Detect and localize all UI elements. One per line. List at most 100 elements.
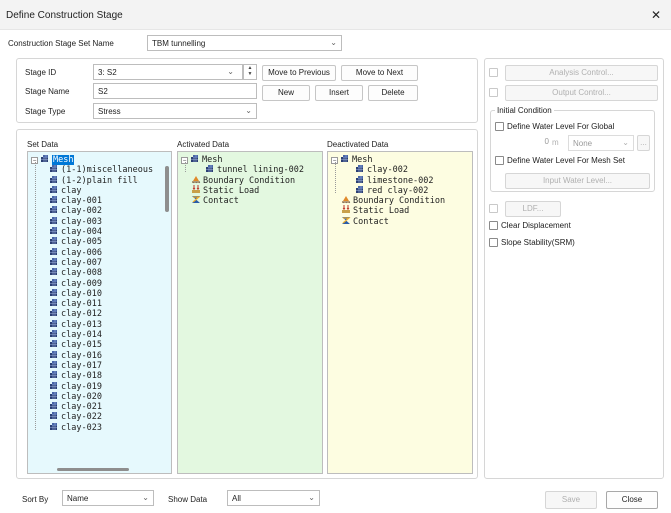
stage-name-label: Stage Name xyxy=(25,87,70,96)
tree-node-mesh[interactable]: − Mesh xyxy=(31,154,169,165)
contact-icon xyxy=(341,216,351,228)
tree-item[interactable]: clay xyxy=(31,185,169,196)
tree-item[interactable]: clay-001 xyxy=(31,195,169,206)
water-level-select[interactable]: None ⌄ xyxy=(568,135,634,151)
tree-item[interactable]: clay-009 xyxy=(31,278,169,289)
tree-item[interactable]: clay-004 xyxy=(31,226,169,237)
tree-item[interactable]: clay-008 xyxy=(31,267,169,278)
output-control-button[interactable]: Output Control... xyxy=(505,85,658,101)
slope-stability-checkbox[interactable] xyxy=(489,238,498,247)
move-next-button[interactable]: Move to Next xyxy=(341,65,418,81)
output-control-checkbox[interactable] xyxy=(489,88,498,97)
tree-item[interactable]: clay-006 xyxy=(31,247,169,258)
tree-item[interactable]: tunnel lining-002 xyxy=(181,164,321,175)
activated-data-tree[interactable]: − Mesh tunnel lining-002 Boundary Condition… xyxy=(181,154,321,207)
tree-item[interactable]: clay-015 xyxy=(31,339,169,350)
tree-item[interactable]: clay-017 xyxy=(31,360,169,371)
stage-set-value: TBM tunnelling xyxy=(152,39,206,48)
tree-item-label: Contact xyxy=(353,216,389,227)
set-data-panel[interactable]: − Mesh (1-1)miscellaneous (1-2)plain fill cl… xyxy=(27,151,172,474)
vertical-scrollbar-thumb[interactable] xyxy=(165,166,169,212)
show-data-value: All xyxy=(232,494,241,503)
deactivated-data-label: Deactivated Data xyxy=(327,140,389,149)
tree-item[interactable]: clay-023 xyxy=(31,422,169,433)
tree-item-label: Contact xyxy=(203,196,239,207)
input-water-level-button[interactable]: Input Water Level... xyxy=(505,173,650,189)
stage-type-select[interactable]: Stress ⌄ xyxy=(93,103,257,119)
chevron-down-icon: ⌄ xyxy=(227,67,234,76)
deactivated-data-tree[interactable]: − Mesh clay-002 limestone-002 red clay-002 Bo… xyxy=(331,154,471,228)
tree-item[interactable]: clay-016 xyxy=(31,350,169,361)
tree-item[interactable]: clay-020 xyxy=(31,391,169,402)
tree-item[interactable]: clay-021 xyxy=(31,401,169,412)
tree-item[interactable]: clay-010 xyxy=(31,288,169,299)
close-icon[interactable]: ✕ xyxy=(648,7,664,23)
ldf-checkbox[interactable] xyxy=(489,204,498,213)
chevron-down-icon: ⌄ xyxy=(330,38,337,47)
tree-guide-line xyxy=(185,162,186,173)
stage-id-spinner[interactable]: ▲ ▼ xyxy=(243,64,257,80)
sort-by-label: Sort By xyxy=(22,495,49,504)
tree-item[interactable]: clay-002 xyxy=(331,164,471,175)
tree-item[interactable]: Contact xyxy=(181,195,321,207)
tree-item[interactable]: clay-014 xyxy=(31,329,169,340)
new-button[interactable]: New xyxy=(262,85,310,101)
tree-item[interactable]: clay-013 xyxy=(31,319,169,330)
slope-stability-label: Slope Stability(SRM) xyxy=(501,238,575,247)
spin-down-icon[interactable]: ▼ xyxy=(244,71,256,77)
tree-item[interactable]: Static Load xyxy=(181,184,321,196)
water-global-checkbox[interactable] xyxy=(495,122,504,131)
analysis-control-checkbox[interactable] xyxy=(489,68,498,77)
close-button[interactable]: Close xyxy=(606,491,658,509)
insert-button[interactable]: Insert xyxy=(315,85,363,101)
show-data-select[interactable]: All ⌄ xyxy=(227,490,320,506)
save-button[interactable]: Save xyxy=(545,491,597,509)
water-mesh-label: Define Water Level For Mesh Set xyxy=(507,156,625,165)
tree-item[interactable]: clay-011 xyxy=(31,298,169,309)
horizontal-scrollbar-thumb[interactable] xyxy=(57,468,129,471)
move-previous-button[interactable]: Move to Previous xyxy=(262,65,336,81)
tree-item[interactable]: clay-019 xyxy=(31,381,169,392)
activated-data-panel[interactable]: − Mesh tunnel lining-002 Boundary Condition… xyxy=(177,151,323,474)
tree-item[interactable]: (1-1)miscellaneous xyxy=(31,164,169,175)
tree-item[interactable]: (1-2)plain fill xyxy=(31,175,169,186)
initial-condition-label: Initial Condition xyxy=(495,106,554,115)
show-data-label: Show Data xyxy=(168,495,208,504)
activated-data-label: Activated Data xyxy=(177,140,230,149)
analysis-control-button[interactable]: Analysis Control... xyxy=(505,65,658,81)
tree-item[interactable]: Boundary Condition xyxy=(331,195,471,206)
chevron-down-icon: ⌄ xyxy=(245,106,252,115)
tree-node-mesh[interactable]: − Mesh xyxy=(181,154,321,165)
tree-item[interactable]: Boundary Condition xyxy=(181,175,321,186)
set-data-tree[interactable]: − Mesh (1-1)miscellaneous (1-2)plain fill cl… xyxy=(31,154,169,433)
stage-set-select[interactable]: TBM tunnelling ⌄ xyxy=(147,35,342,51)
tree-item[interactable]: limestone-002 xyxy=(331,175,471,186)
tree-item[interactable]: clay-005 xyxy=(31,236,169,247)
tree-item[interactable]: red clay-002 xyxy=(331,185,471,196)
stage-id-value: 3: S2 xyxy=(98,68,117,77)
water-level-field[interactable]: 0 xyxy=(507,137,549,151)
water-more-button[interactable]: ... xyxy=(637,135,650,151)
delete-button[interactable]: Delete xyxy=(368,85,418,101)
water-mesh-checkbox[interactable] xyxy=(495,156,504,165)
tree-node-mesh[interactable]: − Mesh xyxy=(331,154,471,165)
stage-id-select[interactable]: 3: S2 ⌄ xyxy=(93,64,243,80)
tree-item[interactable]: Contact xyxy=(331,216,471,228)
ldf-button[interactable]: LDF... xyxy=(505,201,561,217)
tree-item[interactable]: clay-022 xyxy=(31,411,169,422)
tree-item[interactable]: clay-002 xyxy=(31,205,169,216)
sort-by-select[interactable]: Name ⌄ xyxy=(62,490,154,506)
clear-displacement-checkbox[interactable] xyxy=(489,221,498,230)
chevron-down-icon: ⌄ xyxy=(142,493,149,502)
title-bar: Define Construction Stage ✕ xyxy=(0,0,671,30)
tree-item[interactable]: clay-012 xyxy=(31,308,169,319)
tree-item[interactable]: clay-007 xyxy=(31,257,169,268)
stage-name-field[interactable]: S2 xyxy=(93,83,257,99)
deactivated-data-panel[interactable]: − Mesh clay-002 limestone-002 red clay-002 Bo… xyxy=(327,151,473,474)
water-level-value: 0 xyxy=(544,137,549,146)
tree-item[interactable]: clay-003 xyxy=(31,216,169,227)
tree-item[interactable]: clay-018 xyxy=(31,370,169,381)
tree-item[interactable]: Static Load xyxy=(331,205,471,216)
stage-id-label: Stage ID xyxy=(25,68,57,77)
contact-icon xyxy=(191,195,201,207)
